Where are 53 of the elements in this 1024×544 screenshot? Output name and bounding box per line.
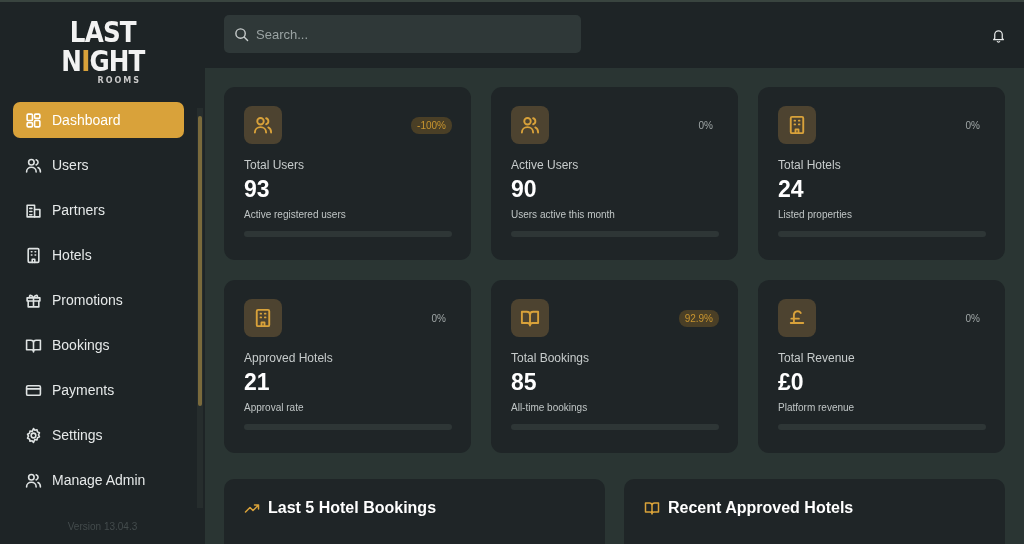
change-percentage: 92.9% xyxy=(678,309,719,327)
dashboard-grid-icon xyxy=(25,111,42,129)
stat-caption: Approval rate xyxy=(244,402,305,413)
users-icon xyxy=(520,115,540,135)
nav-item[interactable]: Users xyxy=(13,147,184,183)
notification-bell-icon[interactable] xyxy=(991,27,1006,43)
change-percentage: 0% xyxy=(964,118,981,133)
users-icon xyxy=(253,115,273,135)
stat-value: 21 xyxy=(244,369,271,396)
settings-icon xyxy=(25,426,42,444)
stat-caption: Active registered users xyxy=(244,209,347,220)
building-icon xyxy=(25,201,42,219)
nav-item[interactable]: Manage Admin xyxy=(13,462,184,498)
open-book-icon xyxy=(25,336,42,354)
change-percentage: 0% xyxy=(964,311,981,326)
search-field[interactable]: Search... xyxy=(224,15,581,53)
panel-title: Last 5 Hotel Bookings xyxy=(268,499,437,517)
stat-value: 24 xyxy=(778,176,805,203)
stat-title: Approved Hotels xyxy=(244,351,334,365)
stat-title: Total Hotels xyxy=(778,158,842,172)
change-percentage: 0% xyxy=(697,118,714,133)
logo-tagline: ROOMS xyxy=(97,77,141,85)
open-book-icon xyxy=(644,500,660,516)
scrollbar[interactable] xyxy=(197,108,203,508)
hotel-icon xyxy=(25,246,42,264)
stat-title: Total Revenue xyxy=(778,351,856,365)
stat-caption: Platform revenue xyxy=(778,402,856,413)
stat-caption: Listed properties xyxy=(778,209,853,220)
stat-title: Total Users xyxy=(244,158,306,172)
stat-caption: All-time bookings xyxy=(511,402,589,413)
nav-item[interactable]: Payments xyxy=(13,372,184,408)
stat-caption: Users active this month xyxy=(511,209,616,220)
users-icon xyxy=(25,156,42,174)
nav-item[interactable]: Hotels xyxy=(13,237,184,273)
nav-item[interactable]: Bookings xyxy=(13,327,184,363)
stat-value: £0 xyxy=(778,369,805,396)
users-icon xyxy=(25,471,42,489)
stat-title: Active Users xyxy=(511,158,580,172)
stat-value: 93 xyxy=(244,176,271,203)
nav-item[interactable]: Promotions xyxy=(13,282,184,318)
open-book-icon xyxy=(520,308,540,328)
logo-text: LAST xyxy=(69,18,136,47)
nav-item[interactable]: Partners xyxy=(13,192,184,228)
change-percentage: -100% xyxy=(411,116,452,134)
hotel-icon xyxy=(253,308,273,328)
change-percentage: 0% xyxy=(430,311,447,326)
logo-text: NIGHT xyxy=(60,47,145,76)
stat-title: Total Bookings xyxy=(511,351,591,365)
stat-value: 90 xyxy=(511,176,538,203)
nav-item[interactable]: Settings xyxy=(13,417,184,453)
stat-value: 85 xyxy=(511,369,538,396)
hotel-icon xyxy=(787,115,807,135)
panel-title: Recent Approved Hotels xyxy=(668,499,854,517)
